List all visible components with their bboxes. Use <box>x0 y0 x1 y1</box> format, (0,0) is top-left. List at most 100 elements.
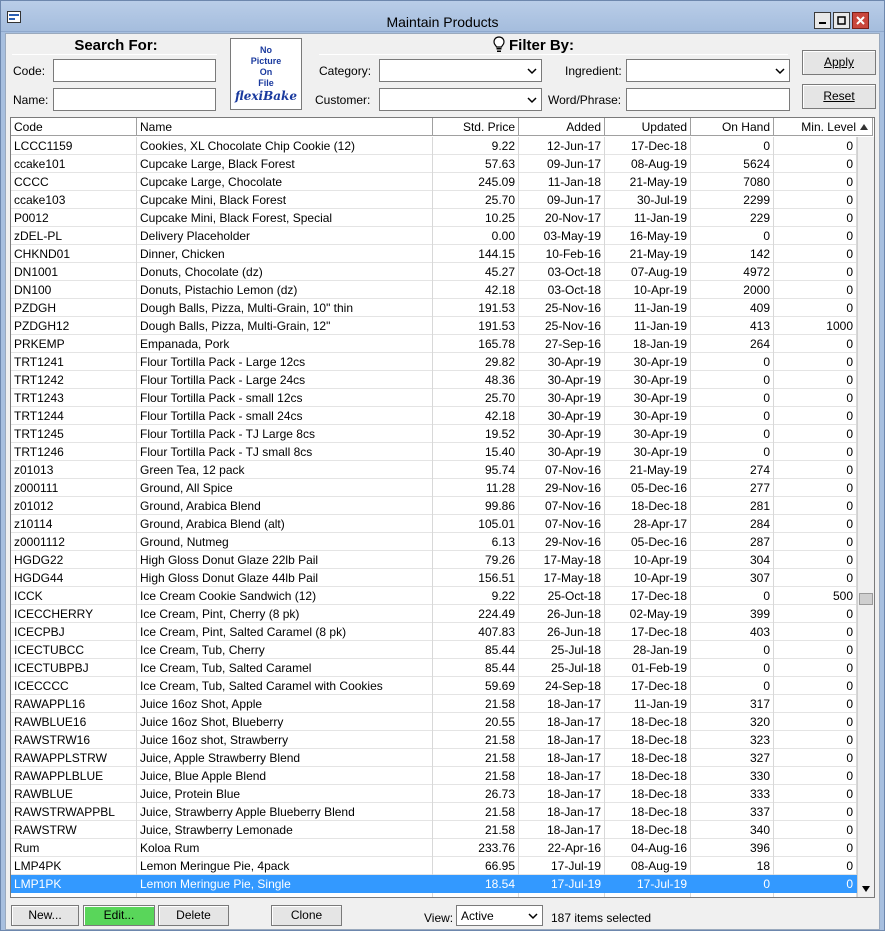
table-row[interactable]: P0012 Cupcake Mini, Black Forest, Special… <box>11 209 857 227</box>
table-row[interactable]: RAWSTRW Juice, Strawberry Lemonade 21.58 18… <box>11 821 857 839</box>
cell-name: Juice, Blue Apple Blend <box>137 767 433 785</box>
table-row[interactable]: DN100 Donuts, Pistachio Lemon (dz) 42.18 03… <box>11 281 857 299</box>
cell-updated: 30-Apr-19 <box>605 389 691 407</box>
table-row[interactable]: RAWSTRWAPPBL Juice, Strawberry Apple Blue… <box>11 803 857 821</box>
column-header-code[interactable]: Code <box>11 118 137 136</box>
table-row[interactable]: CHKND01 Dinner, Chicken 144.15 10-Feb-16 21-… <box>11 245 857 263</box>
table-row[interactable]: RAWAPPLBLUE Juice, Blue Apple Blend 21.58 1… <box>11 767 857 785</box>
close-button[interactable] <box>852 12 869 29</box>
table-row[interactable]: ICECCHERRY Ice Cream, Pint, Cherry (8 pk)… <box>11 605 857 623</box>
flexibake-logo: flexiBake <box>235 89 297 103</box>
reset-button[interactable]: Reset <box>802 84 876 109</box>
cell-added: 09-Jun-17 <box>519 155 605 173</box>
table-row[interactable]: LCCC1159 Cookies, XL Chocolate Chip Cooki… <box>11 137 857 155</box>
table-row[interactable]: z0001112 Ground, Nutmeg 6.13 29-Nov-16 05-De… <box>11 533 857 551</box>
column-header-added[interactable]: Added <box>519 118 605 136</box>
cell-std-price: 21.58 <box>433 767 519 785</box>
table-row[interactable]: PRKEMP Empanada, Pork 165.78 27-Sep-16 18-Ja… <box>11 335 857 353</box>
table-row[interactable]: DN1001 Donuts, Chocolate (dz) 45.27 03-Oct-… <box>11 263 857 281</box>
table-row[interactable]: TRT1241 Flour Tortilla Pack - Large 12cs 2… <box>11 353 857 371</box>
cell-added: 18-Jan-17 <box>519 713 605 731</box>
cell-code: TRT1245 <box>11 425 137 443</box>
table-row[interactable]: z01013 Green Tea, 12 pack 95.74 07-Nov-16 21… <box>11 461 857 479</box>
cell-on-hand: 2299 <box>691 191 774 209</box>
cell-min-level: 0 <box>774 263 857 281</box>
minimize-button[interactable] <box>814 12 831 29</box>
table-row[interactable]: z01012 Ground, Arabica Blend 99.86 07-Nov-1… <box>11 497 857 515</box>
clone-button[interactable]: Clone <box>271 905 342 926</box>
category-select[interactable] <box>379 59 542 82</box>
cell-min-level: 0 <box>774 515 857 533</box>
scroll-down-button[interactable] <box>858 880 874 897</box>
table-row[interactable]: TRT1246 Flour Tortilla Pack - TJ small 8c… <box>11 443 857 461</box>
table-row[interactable]: ICECCCC Ice Cream, Tub, Salted Caramel wi… <box>11 677 857 695</box>
word-phrase-input[interactable] <box>626 88 790 111</box>
apply-button[interactable]: Apply <box>802 50 876 75</box>
table-row[interactable]: Rum Koloa Rum 233.76 22-Apr-16 04-Aug-16 396 0 <box>11 839 857 857</box>
customer-select[interactable] <box>379 88 542 111</box>
column-header-on-hand[interactable]: On Hand <box>691 118 774 136</box>
cell-on-hand: 5624 <box>691 155 774 173</box>
table-row[interactable]: z10114 Ground, Arabica Blend (alt) 105.01 0… <box>11 515 857 533</box>
table-row[interactable]: TRT1245 Flour Tortilla Pack - TJ Large 8c… <box>11 425 857 443</box>
ingredient-select[interactable] <box>626 59 790 82</box>
table-row[interactable]: ccake103 Cupcake Mini, Black Forest 25.70 0… <box>11 191 857 209</box>
table-row[interactable]: zDEL-PL Delivery Placeholder 0.00 03-May-19… <box>11 227 857 245</box>
table-row[interactable]: RAWAPPLSTRW Juice, Apple Strawberry Blend… <box>11 749 857 767</box>
cell-updated: 11-Jan-19 <box>605 317 691 335</box>
table-row[interactable]: RAWAPPL16 Juice 16oz Shot, Apple 21.58 18-J… <box>11 695 857 713</box>
no-picture-line: No <box>260 45 272 55</box>
column-header-updated[interactable]: Updated <box>605 118 691 136</box>
column-header-std-price[interactable]: Std. Price <box>433 118 519 136</box>
view-select[interactable]: Active <box>456 905 543 926</box>
table-row[interactable]: LMP4PK Lemon Meringue Pie, 4pack 66.95 17-J… <box>11 857 857 875</box>
table-row[interactable]: PZDGH Dough Balls, Pizza, Multi-Grain, 10… <box>11 299 857 317</box>
table-row[interactable]: LMP1PK Lemon Meringue Pie, Single 18.54 17-… <box>11 875 857 893</box>
title-bar[interactable]: Maintain Products <box>1 1 884 32</box>
column-header-min-level[interactable]: Min. Level <box>774 118 873 136</box>
cell-std-price: 0.00 <box>433 227 519 245</box>
table-row[interactable]: HGDG22 High Gloss Donut Glaze 22lb Pail 79… <box>11 551 857 569</box>
cell-on-hand: 413 <box>691 317 774 335</box>
table-row[interactable]: ccake101 Cupcake Large, Black Forest 57.63… <box>11 155 857 173</box>
cell-added: 10-Feb-16 <box>519 245 605 263</box>
maximize-button[interactable] <box>833 12 850 29</box>
table-row[interactable]: HGDG44 High Gloss Donut Glaze 44lb Pail 15… <box>11 569 857 587</box>
column-header-name[interactable]: Name <box>137 118 433 136</box>
name-input[interactable] <box>53 88 216 111</box>
vertical-scrollbar[interactable] <box>857 137 874 897</box>
cell-min-level: 0 <box>774 875 857 893</box>
table-row[interactable]: RAWBLUE Juice, Protein Blue 26.73 18-Jan-17… <box>11 785 857 803</box>
table-row[interactable]: TRT1242 Flour Tortilla Pack - Large 24cs 4… <box>11 371 857 389</box>
delete-button[interactable]: Delete <box>158 905 229 926</box>
cell-std-price: 21.58 <box>433 803 519 821</box>
cell-code: TRT1241 <box>11 353 137 371</box>
cell-updated: 11-Jan-19 <box>605 209 691 227</box>
cell-name: Ice Cream, Pint, Cherry (8 pk) <box>137 605 433 623</box>
table-row[interactable]: ICCK Ice Cream Cookie Sandwich (12) 9.22 25… <box>11 587 857 605</box>
table-row[interactable]: TRT1244 Flour Tortilla Pack - small 24cs 4… <box>11 407 857 425</box>
cell-added: 17-Jul-19 <box>519 857 605 875</box>
table-row[interactable]: MCRTRYMacaron Tray7.1612-Aug-1418-Dec-18… <box>11 893 857 897</box>
cell-updated: 10-Apr-19 <box>605 551 691 569</box>
scrollbar-thumb[interactable] <box>859 593 873 605</box>
cell-updated: 11-Jan-19 <box>605 695 691 713</box>
edit-button[interactable]: Edit... <box>83 905 155 926</box>
table-row[interactable]: ICECPBJ Ice Cream, Pint, Salted Caramel (… <box>11 623 857 641</box>
table-row[interactable]: ICECTUBCC Ice Cream, Tub, Cherry 85.44 25-J… <box>11 641 857 659</box>
table-row[interactable]: PZDGH12 Dough Balls, Pizza, Multi-Grain, … <box>11 317 857 335</box>
table-row[interactable]: CCCC Cupcake Large, Chocolate 245.09 11-Jan… <box>11 173 857 191</box>
new-button[interactable]: New... <box>11 905 79 926</box>
cell-std-price: 165.78 <box>433 335 519 353</box>
cell-code: HGDG44 <box>11 569 137 587</box>
product-picture[interactable]: No Picture On File flexiBake <box>230 38 302 110</box>
cell-updated: 10-Apr-19 <box>605 281 691 299</box>
products-grid[interactable]: Code Name Std. Price Added Updated On Ha… <box>10 117 875 898</box>
table-row[interactable]: TRT1243 Flour Tortilla Pack - small 12cs 2… <box>11 389 857 407</box>
table-row[interactable]: RAWBLUE16 Juice 16oz Shot, Blueberry 20.55… <box>11 713 857 731</box>
table-row[interactable]: RAWSTRW16 Juice 16oz shot, Strawberry 21.5… <box>11 731 857 749</box>
table-row[interactable]: z000111 Ground, All Spice 11.28 29-Nov-16 05… <box>11 479 857 497</box>
cell-on-hand: 229 <box>691 209 774 227</box>
code-input[interactable] <box>53 59 216 82</box>
table-row[interactable]: ICECTUBPBJ Ice Cream, Tub, Salted Caramel… <box>11 659 857 677</box>
